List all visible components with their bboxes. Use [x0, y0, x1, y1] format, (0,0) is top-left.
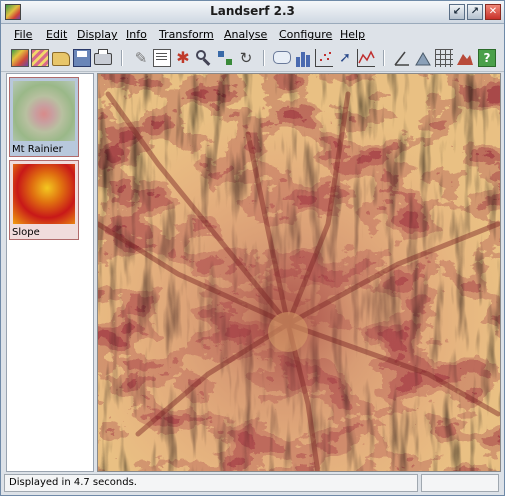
- close-button[interactable]: ✕: [485, 4, 501, 20]
- menu-edit[interactable]: Edit: [46, 28, 67, 41]
- raster-list: Mt Rainier Slope: [6, 73, 94, 472]
- query-arrow-icon[interactable]: ➚: [336, 49, 354, 67]
- status-info-panel: [421, 474, 499, 492]
- raster-preview: [13, 164, 75, 224]
- maximize-button[interactable]: ↗: [467, 4, 483, 20]
- raster-label: Mt Rainier: [12, 144, 63, 155]
- peak-icon[interactable]: [456, 49, 474, 67]
- menu-transform[interactable]: Transform: [159, 28, 214, 41]
- terrain-relief-image: [98, 74, 500, 471]
- menu-info[interactable]: Info: [126, 28, 147, 41]
- save-icon[interactable]: [73, 49, 91, 67]
- angle-icon[interactable]: [393, 49, 411, 67]
- text-info-icon[interactable]: [153, 49, 171, 67]
- app-window: Landserf 2.3 ↙ ↗ ✕ File Edit Display Inf…: [0, 0, 505, 496]
- histogram-icon[interactable]: [294, 49, 312, 67]
- menu-configure[interactable]: Configure: [279, 28, 332, 41]
- menu-display[interactable]: Display: [77, 28, 118, 41]
- grid-icon[interactable]: [435, 49, 453, 67]
- open-folder-icon[interactable]: [52, 52, 70, 66]
- feature-icon[interactable]: [414, 49, 432, 67]
- menu-bar: File Edit Display Info Transform Analyse…: [1, 24, 504, 44]
- transform-icon[interactable]: ✱: [174, 49, 192, 67]
- line-graph-icon[interactable]: [357, 49, 375, 67]
- zoom-icon[interactable]: [195, 49, 213, 67]
- status-bar: Displayed in 4.7 seconds.: [4, 474, 418, 492]
- open-raster-icon[interactable]: [11, 49, 29, 67]
- open-vector-icon[interactable]: [31, 49, 49, 67]
- print-icon[interactable]: [94, 49, 112, 65]
- edit-pencil-icon[interactable]: ✎: [132, 49, 150, 67]
- menu-help[interactable]: Help: [340, 28, 365, 41]
- toolbar: ✎ ✱ ↻ ➚ ?: [1, 45, 504, 72]
- status-message: Displayed in 4.7 seconds.: [9, 477, 137, 488]
- raster-label: Slope: [12, 227, 40, 238]
- raster-thumbnail-slope[interactable]: Slope: [9, 160, 79, 240]
- menu-file[interactable]: File: [14, 28, 32, 41]
- scatterplot-icon[interactable]: [315, 49, 333, 67]
- menu-analyse[interactable]: Analyse: [224, 28, 267, 41]
- refresh-icon[interactable]: ↻: [237, 49, 255, 67]
- minimize-button[interactable]: ↙: [449, 4, 465, 20]
- help-icon[interactable]: ?: [478, 49, 496, 67]
- window-title: Landserf 2.3: [210, 4, 295, 18]
- speech-icon[interactable]: [273, 51, 291, 64]
- title-bar[interactable]: Landserf 2.3 ↙ ↗ ✕: [1, 1, 504, 24]
- terrain-map-canvas[interactable]: [97, 73, 501, 472]
- raster-thumbnail-mt-rainier[interactable]: Mt Rainier: [9, 77, 79, 157]
- pan-icon[interactable]: [216, 49, 234, 67]
- raster-preview: [13, 81, 75, 141]
